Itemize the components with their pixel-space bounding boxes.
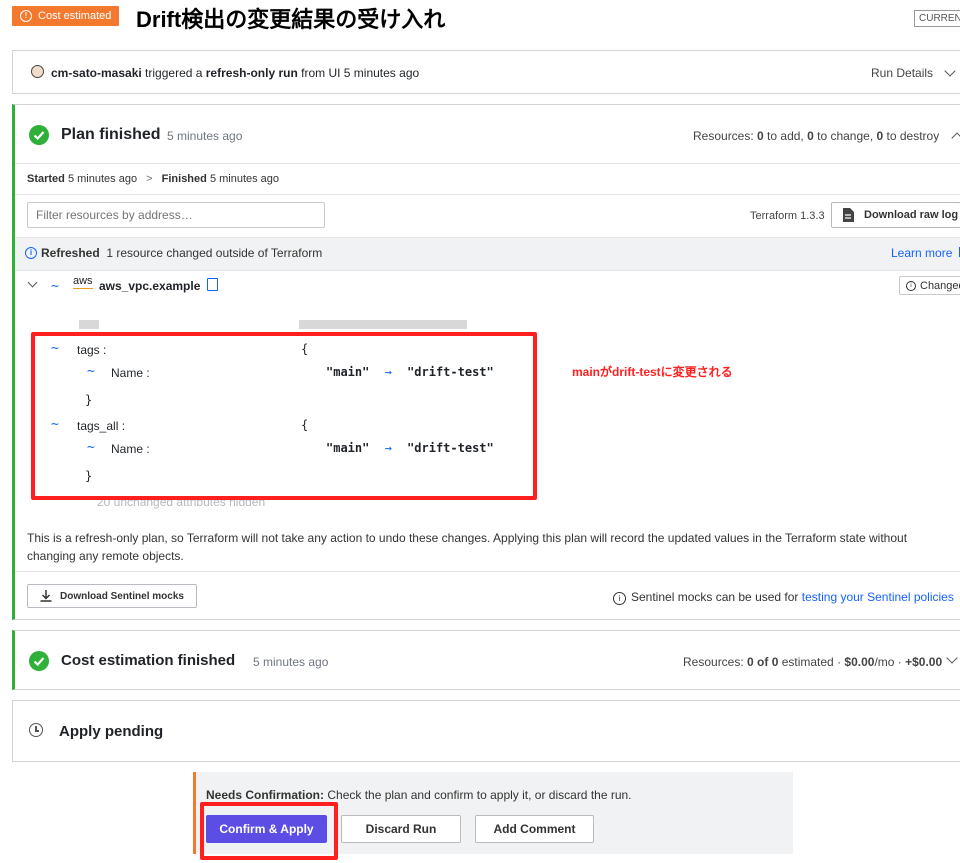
- trigger-card: cm-sato-masaki triggered a refresh-only …: [12, 50, 960, 94]
- badge-label: Cost estimated: [38, 10, 112, 22]
- chevron-down-icon[interactable]: [946, 652, 958, 664]
- terraform-version: Terraform 1.3.3: [750, 210, 825, 222]
- download-sentinel-mocks-button[interactable]: Download Sentinel mocks: [27, 584, 197, 608]
- aws-logo: aws: [73, 275, 93, 289]
- plan-time: 5 minutes ago: [167, 129, 243, 143]
- check-circle-icon: [29, 651, 49, 671]
- redacted-text: [79, 320, 99, 329]
- run-details-toggle[interactable]: Run Details: [871, 65, 957, 80]
- confirm-highlight-box: [200, 802, 338, 860]
- sentinel-info-text: i Sentinel mocks can be used for testing …: [613, 590, 954, 605]
- resource-name: aws_vpc.example: [99, 279, 201, 293]
- chevron-down-icon[interactable]: [27, 277, 38, 288]
- info-icon: i: [906, 280, 916, 291]
- cost-time: 5 minutes ago: [253, 655, 329, 669]
- cost-estimation-card: Cost estimation finished 5 minutes ago R…: [12, 630, 960, 690]
- confirmation-text: Needs Confirmation: Check the plan and c…: [206, 788, 632, 802]
- clock-icon: [29, 723, 43, 737]
- chevron-up-icon[interactable]: [951, 132, 960, 144]
- diff-highlight-box: [31, 332, 537, 500]
- apply-pending-card: Apply pending: [12, 700, 960, 762]
- sentinel-row: [15, 571, 960, 572]
- tilde-change-icon: ~: [51, 279, 59, 294]
- refreshed-text: Refreshed 1 resource changed outside of …: [41, 246, 323, 260]
- learn-more-link[interactable]: Learn more: [891, 246, 960, 260]
- info-icon: i: [613, 592, 626, 605]
- plan-title: Plan finished: [61, 126, 161, 143]
- discard-run-button[interactable]: Discard Run: [341, 815, 461, 843]
- page-title: Drift検出の変更結果の受け入れ: [136, 7, 446, 32]
- apply-title: Apply pending: [59, 723, 164, 740]
- check-circle-icon: [29, 125, 49, 145]
- redacted-text: [299, 320, 467, 329]
- cost-title: Cost estimation finished: [61, 652, 236, 669]
- chevron-down-icon: [944, 65, 957, 77]
- trigger-text: cm-sato-masaki triggered a refresh-only …: [51, 66, 420, 80]
- cost-estimated-badge: ! Cost estimated: [12, 6, 120, 26]
- download-icon: [40, 590, 52, 602]
- copy-icon[interactable]: [207, 278, 218, 291]
- current-badge: CURREN: [914, 10, 960, 27]
- info-icon: i: [25, 247, 37, 259]
- file-icon: [843, 208, 854, 222]
- sentinel-policies-link[interactable]: testing your Sentinel policies: [802, 590, 954, 604]
- add-comment-button[interactable]: Add Comment: [475, 815, 594, 843]
- cost-summary: Resources: 0 of 0 estimated · $0.00/mo ·…: [683, 655, 943, 669]
- trigger-user[interactable]: cm-sato-masaki: [51, 66, 142, 80]
- download-raw-log-button[interactable]: Download raw log: [831, 202, 960, 228]
- changed-badge: i Changed: [899, 276, 960, 295]
- plan-resources-summary: Resources: 0 to add, 0 to change, 0 to d…: [693, 129, 940, 143]
- info-circle-icon: !: [20, 10, 32, 22]
- avatar: [31, 65, 44, 78]
- timeline-text: Started 5 minutes ago > Finished 5 minut…: [27, 173, 280, 185]
- refresh-only-notice: This is a refresh-only plan, so Terrafor…: [27, 531, 908, 563]
- annotation-text: mainがdrift-testに変更される: [572, 365, 733, 379]
- filter-resources-input[interactable]: [27, 202, 325, 228]
